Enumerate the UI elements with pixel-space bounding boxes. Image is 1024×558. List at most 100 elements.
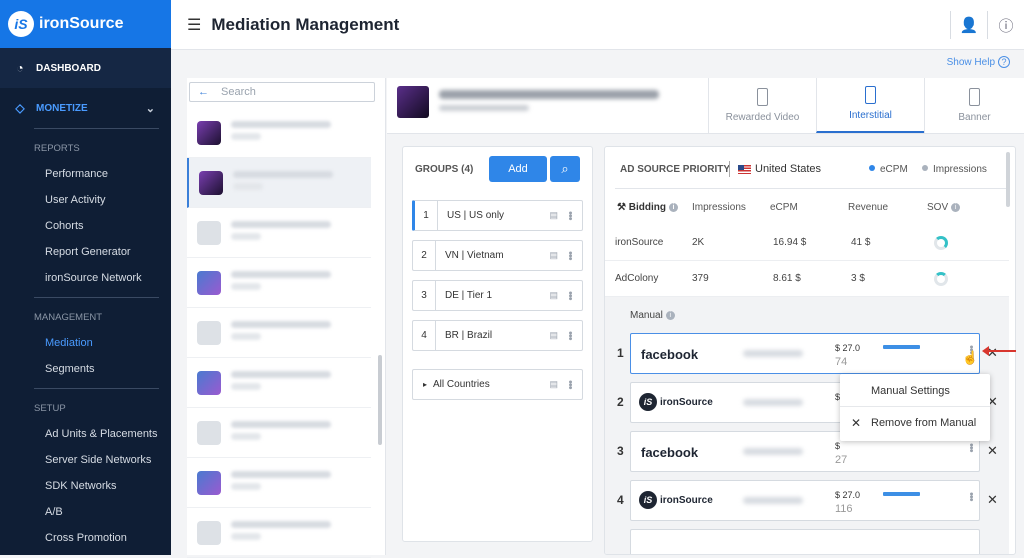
app-list-item[interactable] [187,208,371,258]
sidebar-item-ab[interactable]: A/B [0,499,171,525]
sidebar-item-cohorts[interactable]: Cohorts [0,213,171,239]
calendar-icon[interactable]: ▤ [549,250,558,261]
manual-card[interactable] [630,529,980,554]
sidebar: iS ironSource ◔ DASHBOARD ◇ MONETIZE ⌄ R… [0,0,171,555]
remove-x-icon[interactable]: ✕ [987,492,998,508]
bidding-row[interactable]: AdColony 379 8.61 $ 3 $ [605,261,1009,297]
close-icon: ✕ [851,416,862,430]
group-name: US | US only [447,210,505,221]
app-name-blurred [231,470,331,495]
sidebar-item-performance[interactable]: Performance [0,161,171,187]
legend-impressions-label: Impressions [933,164,987,175]
user-icon[interactable]: 👤 [951,16,987,34]
nav-dashboard[interactable]: ◔ DASHBOARD [0,48,171,88]
app-list-item[interactable] [187,408,371,458]
app-list-scrollbar[interactable] [378,355,382,445]
nav-monetize[interactable]: ◇ MONETIZE ⌄ [0,88,171,128]
show-help-link[interactable]: Show Help? [947,56,1010,68]
group-item[interactable]: 2 VN | Vietnam ▤ ••• [412,240,583,271]
back-arrow-icon[interactable]: ← [198,86,209,98]
calendar-icon[interactable]: ▤ [549,330,558,341]
tab-label: Interstitial [849,110,892,121]
top-header: ☰ Mediation Management 👤 ⓘ [171,0,1024,50]
group-all-countries[interactable]: ▸ All Countries ▤ ••• [412,369,583,400]
logo-icon: iS [8,11,34,37]
add-group-button[interactable]: Add [489,156,547,182]
sidebar-item-mediation[interactable]: Mediation [0,330,171,356]
page-title: Mediation Management [211,14,400,34]
calendar-icon[interactable]: ▤ [549,210,558,221]
menu-item-manual-settings[interactable]: Manual Settings [871,385,950,397]
hammer-icon: ⚒ [617,202,626,213]
info-icon[interactable]: i [665,311,675,320]
col-impressions: Impressions [692,202,746,213]
sidebar-item-segments[interactable]: Segments [0,356,171,382]
logo-icon: iS [639,491,657,509]
app-icon [197,420,221,445]
caret-right-icon: ▸ [423,380,428,389]
col-bidding-label: Bidding [628,202,666,213]
app-list-item[interactable] [187,508,371,558]
app-list-item[interactable] [187,108,371,158]
setup-section-title: SETUP [34,402,66,414]
manual-card[interactable]: iS ironSource $ 27.0 116 ••• [630,480,980,521]
app-list-item[interactable] [187,258,371,308]
more-vert-icon[interactable]: ••• [564,380,576,389]
more-vert-icon[interactable]: ••• [965,443,977,452]
sidebar-item-server-side-networks[interactable]: Server Side Networks [0,447,171,473]
priority-scrollbar[interactable] [1006,152,1010,207]
app-list-item[interactable] [187,358,371,408]
tab-rewarded-video[interactable]: Rewarded Video [708,78,816,133]
network-name: ironSource [660,494,713,506]
impressions-value: 2K [692,237,705,248]
divider [34,297,159,298]
tab-banner[interactable]: Banner [924,78,1024,133]
app-name-blurred [231,270,331,295]
app-list-item-selected[interactable] [187,158,371,208]
ecpm-value: 16.94 $ [773,237,807,248]
ironsource-logo: iS ironSource [639,491,713,509]
network-name: ironSource [615,237,664,248]
group-name: DE | Tier 1 [445,290,493,301]
info-icon[interactable]: i [668,203,678,212]
search-groups-button[interactable]: ⌕ [550,156,580,182]
calendar-icon[interactable]: ▤ [549,290,558,301]
sidebar-item-ad-units[interactable]: Ad Units & Placements [0,421,171,447]
col-bidding: ⚒ Bidding i [617,202,678,213]
more-vert-icon[interactable]: ••• [965,492,977,501]
col-sov-label: SOV [927,202,949,213]
sidebar-item-cross-promotion[interactable]: Cross Promotion [0,525,171,551]
app-list-panel: ← Search [187,78,386,558]
app-list-item[interactable] [187,308,371,358]
more-vert-icon[interactable]: ••• [564,331,576,340]
group-item[interactable]: 4 BR | Brazil ▤ ••• [412,320,583,351]
app-name-blurred [231,320,331,345]
calendar-icon[interactable]: ▤ [549,379,558,390]
more-vert-icon[interactable]: ••• [564,251,576,260]
phone-icon [969,88,980,106]
bidding-row[interactable]: ironSource 2K 16.94 $ 41 $ [605,225,1009,261]
menu-item-remove-from-manual[interactable]: Remove from Manual [871,417,976,429]
app-icon [197,120,221,145]
help-icon[interactable]: ⓘ [988,15,1024,36]
group-number: 4 [413,321,436,350]
sidebar-item-sdk-networks[interactable]: SDK Networks [0,473,171,499]
legend-ecpm: eCPM [869,164,908,175]
app-list-item[interactable] [187,458,371,508]
more-vert-icon[interactable]: ••• [564,291,576,300]
remove-x-icon[interactable]: ✕ [987,443,998,459]
search-input[interactable]: ← Search [189,82,375,102]
sidebar-item-user-activity[interactable]: User Activity [0,187,171,213]
tab-interstitial[interactable]: Interstitial [816,78,924,133]
group-item[interactable]: 1 US | US only ▤ ••• [412,200,583,231]
sidebar-item-report-generator[interactable]: Report Generator [0,239,171,265]
app-name-blurred [231,120,331,145]
sidebar-item-ironsource-network[interactable]: ironSource Network [0,265,171,291]
logo[interactable]: iS ironSource [0,0,171,48]
group-item[interactable]: 3 DE | Tier 1 ▤ ••• [412,280,583,311]
manual-card[interactable]: facebook $ 27.0 74 ••• [630,333,980,374]
more-vert-icon[interactable]: ••• [564,211,576,220]
info-icon[interactable]: i [951,203,961,212]
hamburger-menu-icon[interactable]: ☰ [187,15,201,35]
divider [615,188,1007,189]
